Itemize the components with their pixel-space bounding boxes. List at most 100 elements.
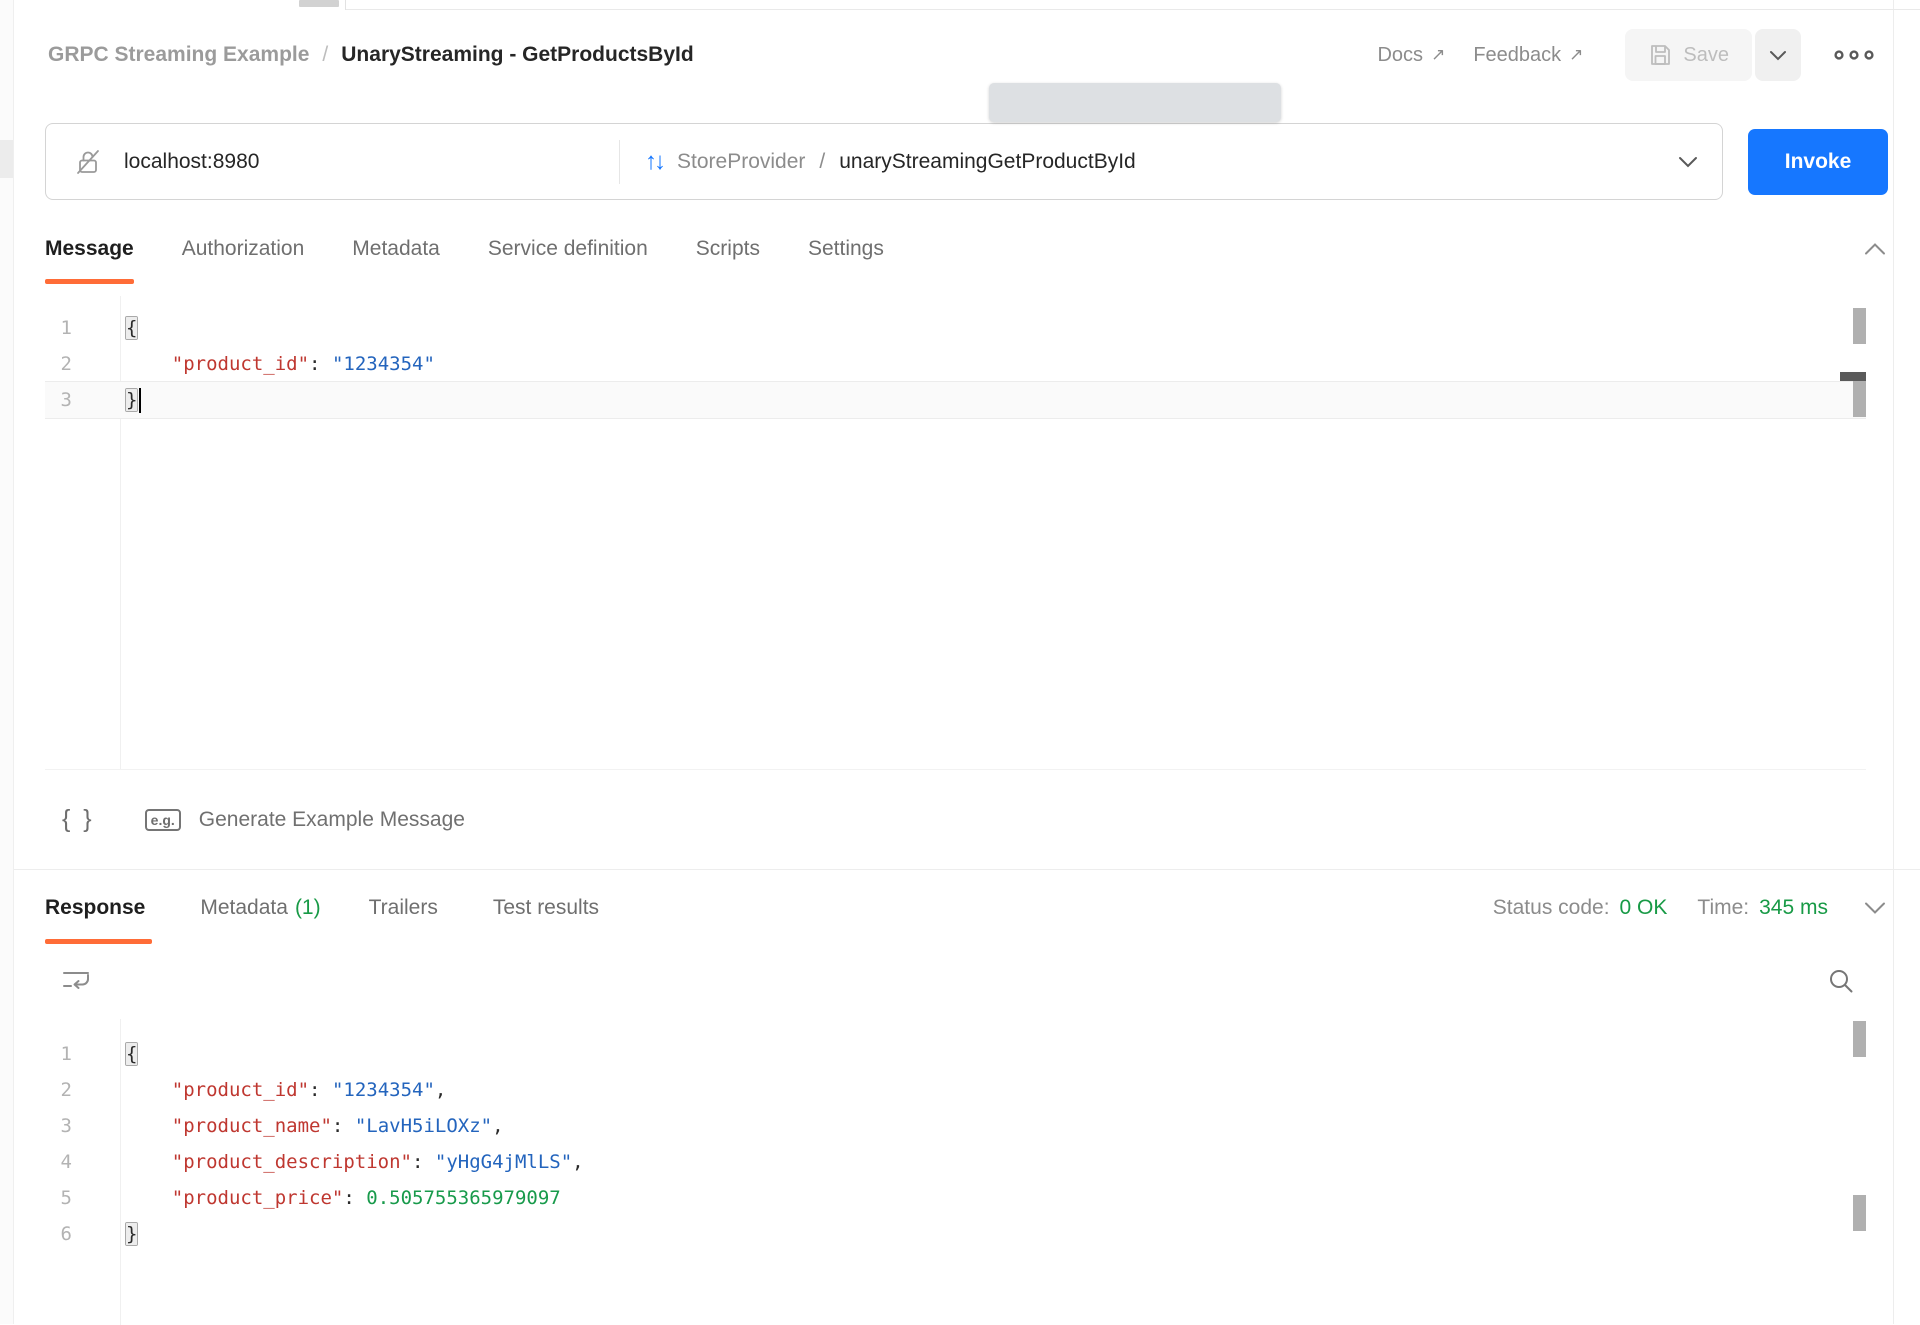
line-number: 4 xyxy=(45,1144,120,1180)
scrollbar-thumb[interactable] xyxy=(1853,381,1866,417)
code-line[interactable]: 3} xyxy=(45,382,1866,418)
host-value[interactable]: localhost:8980 xyxy=(124,150,259,174)
code-line[interactable]: 5 "product_price": 0.505755365979097 xyxy=(45,1180,1866,1216)
save-options-button[interactable] xyxy=(1755,29,1801,81)
code-text[interactable]: "product_description": "yHgG4jMlLS", xyxy=(120,1144,584,1180)
response-section: Response Metadata (1) Trailers Test resu… xyxy=(0,869,1920,1325)
pane-divider xyxy=(1893,0,1894,1324)
time-label: Time: xyxy=(1697,896,1749,920)
line-number: 3 xyxy=(45,1108,120,1144)
method-selector[interactable]: ↑↓ StoreProvider / unaryStreamingGetProd… xyxy=(620,148,1722,176)
chevron-down-icon xyxy=(1864,902,1886,915)
insecure-connection-icon xyxy=(74,148,102,176)
line-number: 2 xyxy=(45,346,120,382)
status-code-value: 0 OK xyxy=(1620,896,1668,920)
docs-link[interactable]: Docs ↗ xyxy=(1377,44,1445,67)
save-button[interactable]: Save xyxy=(1625,29,1752,81)
breadcrumb-separator: / xyxy=(322,43,328,67)
scrollbar-thumb[interactable] xyxy=(1853,1021,1866,1057)
message-code[interactable]: 1{2 "product_id": "1234354"3} xyxy=(45,296,1866,418)
tab-trailers[interactable]: Trailers xyxy=(369,870,445,946)
service-name: StoreProvider xyxy=(677,150,805,174)
tab-response[interactable]: Response xyxy=(45,870,152,946)
sidebar-strip-handle[interactable] xyxy=(0,140,13,178)
tooltip-placeholder xyxy=(989,83,1281,122)
collapse-request-pane-button[interactable] xyxy=(1864,243,1886,256)
wrap-lines-button[interactable] xyxy=(61,969,91,993)
breadcrumb-request-title: UnaryStreaming - GetProductsById xyxy=(341,43,693,67)
message-editor[interactable]: 1{2 "product_id": "1234354"3} xyxy=(45,296,1866,770)
tab-badge: (1) xyxy=(295,896,321,920)
host-field[interactable]: localhost:8980 xyxy=(46,148,619,176)
feedback-link[interactable]: Feedback ↗ xyxy=(1473,44,1583,67)
tab-metadata[interactable]: Metadata xyxy=(352,212,440,286)
tab-service-definition[interactable]: Service definition xyxy=(488,212,648,286)
method-dropdown-chevron[interactable] xyxy=(1678,156,1698,168)
tab-label: Test results xyxy=(493,896,599,920)
floppy-icon xyxy=(1648,43,1672,67)
scrollbar-cursor-mark[interactable] xyxy=(1840,372,1866,381)
tab-label: Trailers xyxy=(369,896,438,920)
tab-bar-remnant xyxy=(15,0,1920,10)
response-status: Status code: 0 OK Time: 345 ms xyxy=(1493,896,1828,920)
scrollbar-thumb[interactable] xyxy=(1853,308,1866,344)
tab-scripts[interactable]: Scripts xyxy=(696,212,760,286)
tab-message[interactable]: Message xyxy=(45,212,134,286)
request-url-row: localhost:8980 ↑↓ StoreProvider / unaryS… xyxy=(45,123,1888,200)
line-number: 3 xyxy=(45,382,120,418)
tab-settings[interactable]: Settings xyxy=(808,212,884,286)
line-number: 2 xyxy=(45,1072,120,1108)
example-icon: e.g. xyxy=(145,809,181,831)
wrap-lines-icon xyxy=(61,969,91,993)
docs-label: Docs xyxy=(1377,44,1423,67)
breadcrumb-collection[interactable]: GRPC Streaming Example xyxy=(48,43,309,67)
response-editor[interactable]: 1{2 "product_id": "1234354",3 "product_n… xyxy=(45,1019,1866,1325)
code-text[interactable]: "product_id": "1234354" xyxy=(120,346,435,382)
response-toolbar xyxy=(61,956,1854,1006)
tab-test-results[interactable]: Test results xyxy=(493,870,606,946)
service-method-separator: / xyxy=(819,150,825,174)
external-link-icon: ↗ xyxy=(1569,45,1583,65)
response-code[interactable]: 1{2 "product_id": "1234354",3 "product_n… xyxy=(45,1019,1866,1252)
collapsed-sidebar-strip[interactable] xyxy=(0,0,14,1324)
message-footer: { } e.g. Generate Example Message xyxy=(0,770,1920,869)
line-number: 6 xyxy=(45,1216,120,1252)
scrollbar-thumb[interactable] xyxy=(1853,1195,1866,1231)
feedback-label: Feedback xyxy=(1473,44,1561,67)
code-text[interactable]: "product_name": "LavH5iLOXz", xyxy=(120,1108,504,1144)
code-text[interactable]: } xyxy=(120,382,141,418)
beautify-icon[interactable]: { } xyxy=(62,805,95,834)
save-label: Save xyxy=(1683,44,1729,67)
code-line[interactable]: 2 "product_id": "1234354" xyxy=(45,346,1866,382)
invoke-button[interactable]: Invoke xyxy=(1748,129,1888,195)
code-line[interactable]: 2 "product_id": "1234354", xyxy=(45,1072,1866,1108)
external-link-icon: ↗ xyxy=(1431,45,1445,65)
code-line[interactable]: 1{ xyxy=(45,310,1866,346)
status-code-label: Status code: xyxy=(1493,896,1610,920)
tab-label: Response xyxy=(45,896,145,920)
code-line[interactable]: 6} xyxy=(45,1216,1866,1252)
clipped-tab-title xyxy=(299,0,339,7)
response-tabs: Response Metadata (1) Trailers Test resu… xyxy=(45,870,1886,946)
up-down-arrows-icon: ↑↓ xyxy=(645,148,663,176)
code-line[interactable]: 4 "product_description": "yHgG4jMlLS", xyxy=(45,1144,1866,1180)
url-bar: localhost:8980 ↑↓ StoreProvider / unaryS… xyxy=(45,123,1723,200)
tab-response-metadata[interactable]: Metadata (1) xyxy=(200,870,320,946)
code-text[interactable]: } xyxy=(120,1216,137,1252)
code-text[interactable]: { xyxy=(120,310,137,346)
search-button[interactable] xyxy=(1828,968,1854,994)
code-line[interactable]: 1{ xyxy=(45,1036,1866,1072)
more-actions-button[interactable] xyxy=(1833,49,1875,61)
line-number: 1 xyxy=(45,1036,120,1072)
collapse-response-pane-button[interactable] xyxy=(1864,902,1886,915)
generate-example-button[interactable]: e.g. Generate Example Message xyxy=(95,808,465,832)
code-text[interactable]: { xyxy=(120,1036,137,1072)
code-text[interactable]: "product_id": "1234354", xyxy=(120,1072,446,1108)
code-text[interactable]: "product_price": 0.505755365979097 xyxy=(120,1180,561,1216)
method-name: unaryStreamingGetProductById xyxy=(839,150,1135,174)
code-line[interactable]: 3 "product_name": "LavH5iLOXz", xyxy=(45,1108,1866,1144)
generate-example-label: Generate Example Message xyxy=(199,808,465,832)
request-header: GRPC Streaming Example / UnaryStreaming … xyxy=(0,10,1920,100)
chevron-down-icon xyxy=(1769,50,1787,61)
tab-authorization[interactable]: Authorization xyxy=(182,212,305,286)
